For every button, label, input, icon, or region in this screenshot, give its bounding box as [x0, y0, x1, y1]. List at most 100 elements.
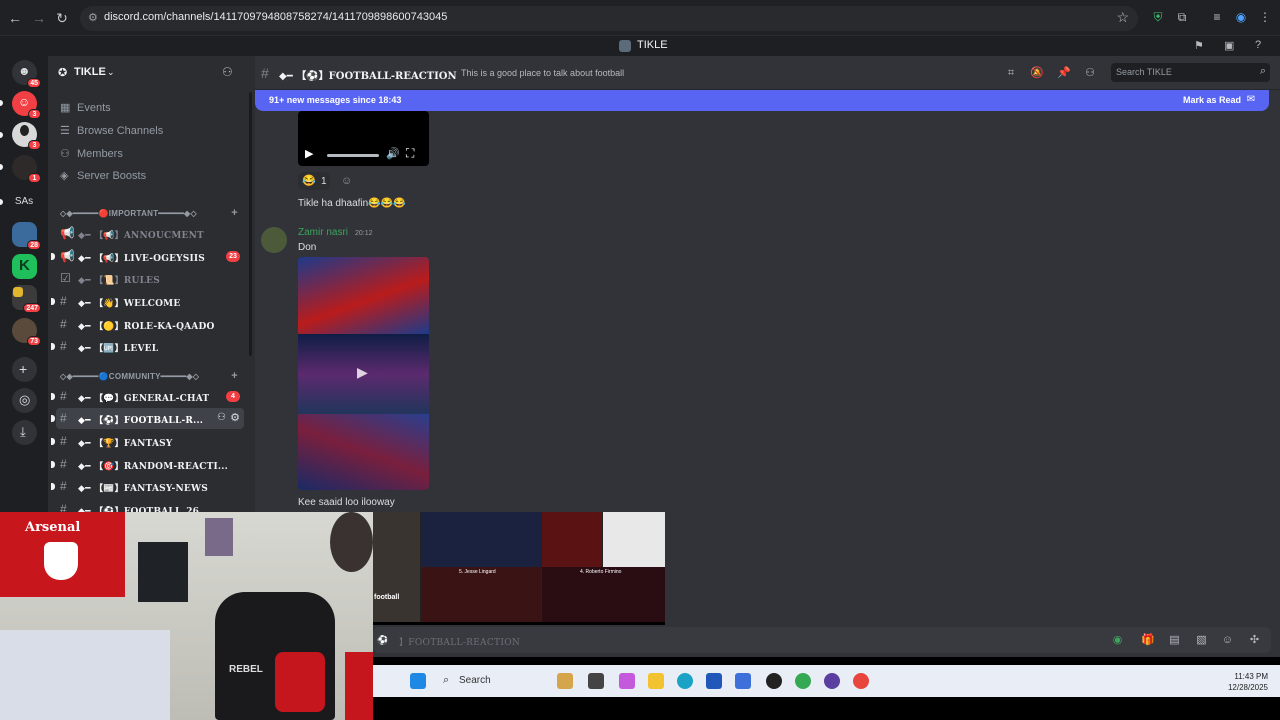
url-text[interactable]: discord.com/channels/1411709794808758274…	[104, 11, 447, 23]
channel-label: ◆━ 【👋】WELCOME	[78, 299, 181, 309]
clock[interactable]: 11:43 PM 12/28/2025	[1228, 671, 1268, 693]
channel-level[interactable]: # ◆━ 【🆙】LEVEL	[51, 336, 244, 357]
message-input[interactable]: ⚽ 】FOOTBALL-REACTION ◉ 🎁 ▤ ▧ ☺ ✣	[373, 627, 1271, 653]
channel-random-reaction[interactable]: # ◆━ 【🎯】RANDOM-REACTI...	[51, 454, 244, 475]
server-folder-sas[interactable]: SAs	[0, 196, 48, 207]
server-discord[interactable]: ☺ 3	[12, 91, 41, 119]
gift-icon[interactable]: 🎁	[1141, 634, 1155, 647]
profile-icon[interactable]: ◉	[1233, 9, 1249, 25]
video-progress-bar[interactable]	[327, 154, 379, 157]
grammarly-icon[interactable]: ◉	[1111, 634, 1124, 647]
channel-live-ogeysiis[interactable]: 📢 ◆━ 【📢】LIVE-OGEYSIIS 23	[51, 246, 244, 267]
widget-icon[interactable]	[557, 673, 573, 689]
chrome-profile-icon[interactable]	[853, 673, 869, 689]
server-name[interactable]: TIKLE	[74, 66, 106, 78]
add-server-button[interactable]: +	[12, 357, 37, 382]
image-attachment-grid[interactable]: football 5. Jesse Lingard 4. Roberto Fir…	[373, 512, 665, 622]
sidebar-scrollbar[interactable]	[249, 92, 252, 356]
channel-topic[interactable]: This is a good place to talk about footb…	[461, 68, 624, 78]
browser-menu-icon[interactable]: ⋮	[1257, 9, 1273, 25]
bottom-black-strip	[373, 697, 1280, 720]
edge-icon[interactable]	[677, 673, 693, 689]
pin-icon[interactable]: 📌	[1057, 66, 1071, 80]
extensions-puzzle-icon[interactable]: ⧉	[1174, 9, 1190, 25]
search-box[interactable]: Search TIKLE ⌕	[1111, 63, 1270, 82]
server-folder[interactable]: 247	[12, 285, 41, 313]
server-avatar-2[interactable]: 3	[12, 122, 41, 150]
channel-role-ka-qaado[interactable]: # ◆━ 【🟡】ROLE-KA-QAADO	[56, 314, 244, 335]
video-attachment[interactable]: ▶ 🔊 ⛶	[298, 111, 429, 166]
site-info-icon[interactable]: ⚙	[88, 11, 98, 24]
reaction-pill[interactable]: 😂 1	[298, 172, 330, 190]
fullscreen-icon[interactable]: ⛶	[406, 146, 414, 161]
member-list-icon[interactable]: ⚇	[1083, 66, 1097, 80]
download-apps-button[interactable]: ⤓	[12, 420, 37, 445]
flag-icon[interactable]: ⚑	[1194, 39, 1204, 52]
discover-button[interactable]: ◎	[12, 388, 37, 413]
invite-people-icon[interactable]: ⚇	[222, 65, 233, 79]
mute-bell-icon[interactable]: 🔕	[1030, 66, 1044, 80]
emoji-icon[interactable]: ☺	[1221, 634, 1234, 647]
chevron-down-icon[interactable]: ⌄	[107, 67, 115, 78]
channel-rules[interactable]: ☑ ◆━ 【📜】RULES	[56, 268, 244, 289]
new-messages-bar[interactable]: 91+ new messages since 18:43 Mark as Rea…	[255, 90, 1269, 111]
channel-football-reaction[interactable]: # ◆━ 【⚽】FOOTBALL-R... ⚇ ⚙	[51, 408, 244, 429]
forward-button[interactable]: →	[30, 9, 48, 27]
mark-as-read-button[interactable]: Mark as Read	[1183, 95, 1241, 105]
server-k[interactable]: K	[12, 254, 37, 279]
video-attachment[interactable]: ▶	[298, 257, 429, 490]
play-icon[interactable]: ▶	[305, 147, 313, 160]
channel-annoucment[interactable]: 📢 ◆━ 【📢】ANNOUCMENT	[56, 223, 244, 244]
start-icon[interactable]	[410, 673, 426, 689]
nav-browse-channels[interactable]: ☰ Browse Channels	[60, 123, 240, 141]
apps-icon[interactable]: ✣	[1248, 634, 1261, 647]
play-icon[interactable]: ▶	[357, 364, 368, 381]
category-important[interactable]: ◇◆━━━━━🔴IMPORTANT━━━━━◆◇ +	[60, 207, 240, 223]
nav-boosts-label: Server Boosts	[77, 170, 147, 182]
server-avatar-5[interactable]: 28	[12, 222, 41, 250]
channel-general-chat[interactable]: # ◆━ 【💬】GENERAL-CHAT 4	[51, 386, 244, 407]
message-author[interactable]: Zamir nasri	[298, 227, 348, 238]
category-community[interactable]: ◇◆━━━━━🔵COMMUNITY━━━━━◆◇ +	[60, 370, 240, 386]
extension-shield-icon[interactable]: ⛨	[1150, 9, 1166, 25]
bookmark-star-icon[interactable]: ☆	[1116, 9, 1129, 26]
settings-gear-icon[interactable]: ⚙	[230, 411, 240, 424]
store-icon[interactable]	[706, 673, 722, 689]
server-badge: 3	[28, 109, 41, 119]
back-button[interactable]: ←	[6, 9, 24, 27]
add-channel-icon[interactable]: +	[231, 207, 238, 219]
add-channel-icon[interactable]: +	[231, 370, 238, 382]
address-bar[interactable]: ⚙ discord.com/channels/14117097948087582…	[80, 6, 1138, 31]
arsenal-banner: Arsenal	[0, 512, 125, 597]
server-avatar-3[interactable]: 1	[12, 155, 41, 183]
media-controls-icon[interactable]: ≡	[1209, 9, 1225, 25]
copilot-icon[interactable]	[619, 673, 635, 689]
file-explorer-icon[interactable]	[648, 673, 664, 689]
invite-icon[interactable]: ⚇	[217, 412, 226, 423]
channel-fantasy[interactable]: # ◆━ 【🏆】FANTASY	[51, 431, 244, 452]
direct-messages-button[interactable]: ☻ 45	[12, 60, 41, 88]
app-icon[interactable]	[766, 673, 782, 689]
help-icon[interactable]: ?	[1255, 39, 1261, 51]
browser-toolbar: ← → ↻ ⚙ discord.com/channels/14117097948…	[0, 0, 1280, 36]
sticker-icon[interactable]: ▧	[1195, 634, 1208, 647]
server-avatar-8[interactable]: 73	[12, 318, 41, 346]
obs-icon[interactable]	[824, 673, 840, 689]
channel-welcome[interactable]: # ◆━ 【👋】WELCOME	[51, 291, 244, 312]
add-reaction-icon[interactable]: ☺	[341, 175, 352, 187]
avatar[interactable]	[261, 227, 287, 253]
volume-icon[interactable]: 🔊	[386, 147, 400, 160]
nav-server-boosts[interactable]: ◈ Server Boosts	[60, 168, 240, 186]
gif-icon[interactable]: ▤	[1168, 634, 1181, 647]
chrome-icon[interactable]	[795, 673, 811, 689]
task-view-icon[interactable]	[588, 673, 604, 689]
nav-members[interactable]: ⚇ Members	[60, 146, 240, 164]
channel-fantasy-news[interactable]: # ◆━ 【📰】FANTASY-NEWS	[51, 476, 244, 497]
outlook-icon[interactable]	[735, 673, 751, 689]
server-header[interactable]: ✪ TIKLE ⌄ ⚇	[48, 56, 255, 90]
nav-events[interactable]: ▦ Events	[60, 100, 240, 118]
announcement-icon: 📢	[60, 226, 75, 240]
inbox-icon[interactable]: ▣	[1224, 39, 1234, 52]
threads-icon[interactable]: ⌗	[1004, 66, 1018, 80]
reload-button[interactable]: ↻	[53, 9, 71, 27]
